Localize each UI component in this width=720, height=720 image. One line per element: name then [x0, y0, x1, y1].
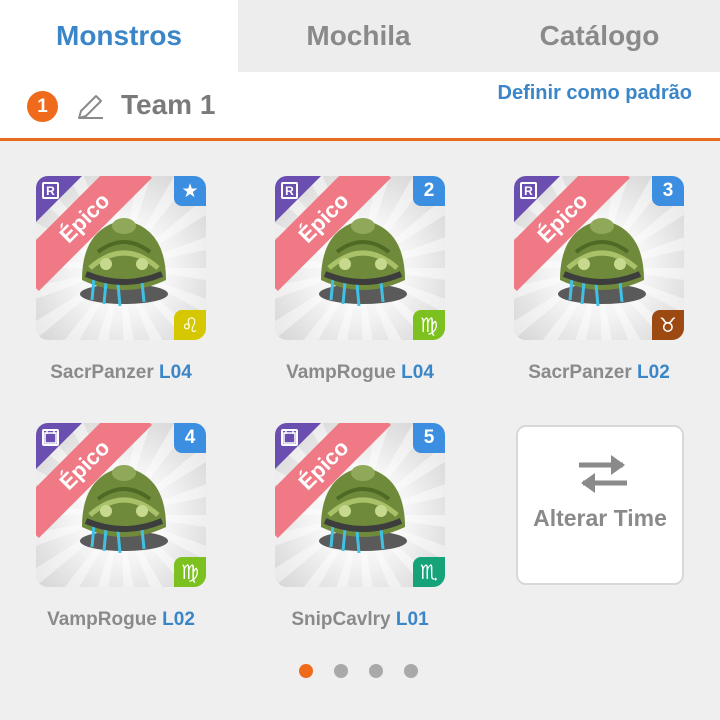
page-indicator: [299, 664, 418, 678]
monster-card[interactable]: Épico R 2 ♍: [275, 176, 445, 340]
change-team-label: Alterar Time: [533, 505, 667, 531]
rarity-badge-icon: R: [520, 182, 537, 199]
calendar-icon: [283, 431, 296, 444]
tab-monstros[interactable]: Monstros: [0, 0, 238, 72]
monster-label: SacrPanzer L04: [6, 362, 236, 384]
slot-number: 4: [174, 423, 206, 453]
slot-number: 2: [413, 176, 445, 206]
monster-level: L04: [401, 362, 434, 383]
monster-level: L04: [159, 362, 192, 383]
monster-label: VampRogue L02: [6, 609, 236, 631]
monster-name: SacrPanzer: [50, 362, 154, 383]
change-team-button[interactable]: Alterar Time: [516, 425, 684, 585]
page-dot[interactable]: [404, 664, 418, 678]
tab-bar: Monstros Mochila Catálogo: [0, 0, 720, 72]
page-dot[interactable]: [334, 664, 348, 678]
monster-name: VampRogue: [47, 609, 157, 630]
zodiac-icon: ♍: [174, 557, 206, 587]
monster-label: SnipCavlry L01: [245, 609, 475, 631]
calendar-icon: [44, 431, 57, 444]
monster-level: L02: [162, 609, 195, 630]
rarity-badge-icon: R: [281, 182, 298, 199]
slot-number: ★: [174, 176, 206, 206]
monster-card[interactable]: Épico R 3 ♉: [514, 176, 684, 340]
monster-card[interactable]: Épico 4 ♍: [36, 423, 206, 587]
swap-arrows-icon: [579, 455, 627, 493]
slot-number: 5: [413, 423, 445, 453]
monster-name: SnipCavlry: [291, 609, 391, 630]
rarity-r-label: R: [46, 183, 55, 198]
team-name: Team 1: [121, 89, 216, 120]
monster-level: L01: [395, 609, 429, 630]
rarity-r-label: R: [285, 183, 294, 198]
zodiac-icon: ♍: [413, 310, 445, 340]
rarity-badge-icon: [281, 429, 298, 446]
pencil-icon[interactable]: [73, 90, 107, 124]
zodiac-icon: ♌: [174, 310, 206, 340]
zodiac-icon: ♏: [413, 557, 445, 587]
monster-card[interactable]: Épico R ★ ♌: [36, 176, 206, 340]
monster-card[interactable]: Épico 5 ♏: [275, 423, 445, 587]
page-dot[interactable]: [369, 664, 383, 678]
slot-number: 3: [652, 176, 684, 206]
rarity-badge-icon: R: [42, 182, 59, 199]
monster-level: L02: [637, 362, 670, 383]
rarity-badge-icon: [42, 429, 59, 446]
monster-label: VampRogue L04: [245, 362, 475, 384]
tab-catalogo[interactable]: Catálogo: [479, 0, 720, 72]
monster-name: SacrPanzer: [528, 362, 632, 383]
zodiac-icon: ♉: [652, 310, 684, 340]
rarity-r-label: R: [524, 183, 533, 198]
team-number-badge: 1: [27, 91, 58, 122]
monster-label: SacrPanzer L02: [484, 362, 714, 384]
tab-mochila[interactable]: Mochila: [238, 0, 479, 72]
page-dot[interactable]: [299, 664, 313, 678]
monster-name: VampRogue: [286, 362, 396, 383]
set-default-link[interactable]: Definir como padrão: [472, 80, 692, 106]
